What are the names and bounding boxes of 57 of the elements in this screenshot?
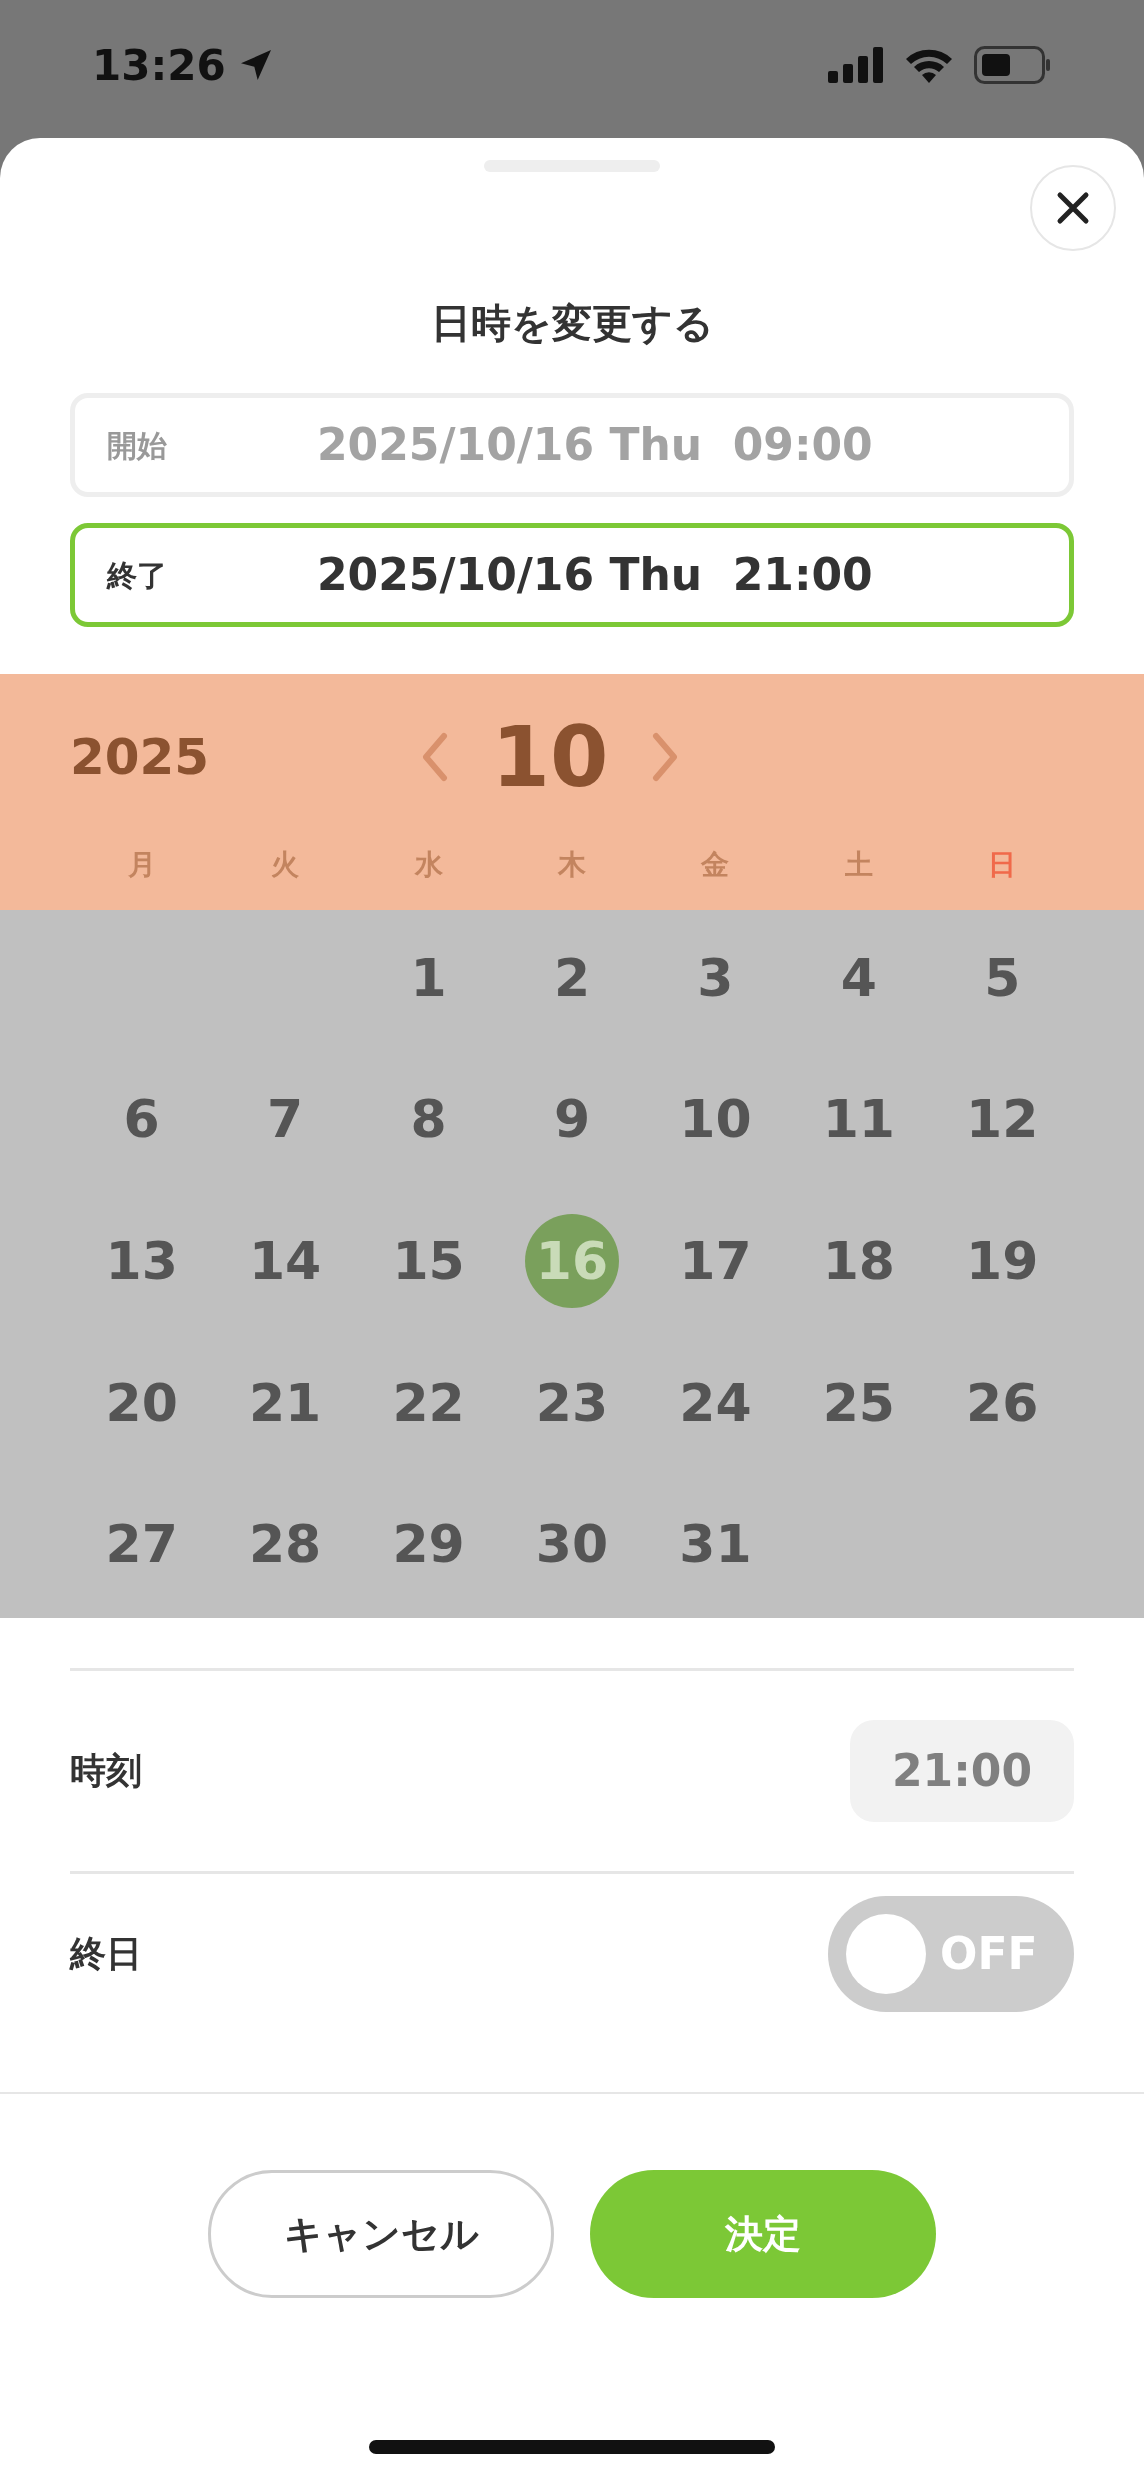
weekday-label: 火 xyxy=(271,847,300,883)
calendar-day[interactable]: 14 xyxy=(238,1214,333,1308)
setting-label: 終日 xyxy=(70,1932,142,1976)
weekday-label: 月 xyxy=(127,847,156,883)
calendar-day[interactable]: 22 xyxy=(381,1355,476,1450)
calendar-day[interactable]: 21 xyxy=(238,1355,333,1450)
calendar-day[interactable]: 29 xyxy=(381,1497,476,1592)
datetime-field[interactable]: 終了 2025/10/16 Thu 21:00 xyxy=(70,523,1074,627)
setting-label: 時刻 xyxy=(70,1749,142,1793)
calendar-day[interactable]: 10 xyxy=(668,1072,763,1167)
chevron-right-icon xyxy=(651,732,679,782)
field-value: 2025/10/16 Thu 09:00 xyxy=(317,418,873,472)
weekday-label: 金 xyxy=(701,847,730,883)
datetime-field[interactable]: 開始 2025/10/16 Thu 09:00 xyxy=(70,393,1074,497)
chevron-left-icon xyxy=(421,732,449,782)
calendar-day[interactable]: 24 xyxy=(668,1355,763,1450)
calendar-day[interactable]: 11 xyxy=(811,1072,906,1167)
calendar-day[interactable]: 27 xyxy=(94,1497,189,1592)
cancel-button[interactable]: キャンセル xyxy=(208,2170,554,2298)
calendar-day[interactable]: 12 xyxy=(955,1072,1050,1167)
field-label: 開始 xyxy=(107,426,168,465)
weekday-label: 土 xyxy=(844,847,873,883)
calendar-day[interactable]: 5 xyxy=(955,930,1050,1025)
status-time: 13:26 xyxy=(92,39,226,92)
calendar-day[interactable]: 26 xyxy=(955,1355,1050,1450)
close-icon xyxy=(1056,191,1090,225)
calendar-day[interactable]: 23 xyxy=(525,1355,619,1450)
calendar-day[interactable]: 30 xyxy=(525,1497,619,1592)
calendar-day[interactable]: 20 xyxy=(94,1355,189,1450)
month-label: 10 xyxy=(490,707,610,808)
calendar-day[interactable]: 6 xyxy=(94,1072,189,1167)
time-field[interactable]: 21:00 xyxy=(850,1720,1074,1822)
calendar-day[interactable]: 1 xyxy=(381,930,476,1025)
field-label: 終了 xyxy=(107,556,168,595)
battery-icon xyxy=(974,46,1052,84)
calendar-day[interactable]: 17 xyxy=(668,1214,763,1308)
calendar-day[interactable]: 8 xyxy=(381,1072,476,1167)
calendar-day[interactable]: 7 xyxy=(238,1072,333,1167)
calendar-day[interactable]: 2 xyxy=(525,930,619,1025)
weekday-label: 木 xyxy=(558,847,586,883)
signal-icon xyxy=(828,47,884,83)
year-label: 2025 xyxy=(70,726,211,788)
calendar-day[interactable]: 9 xyxy=(525,1072,619,1167)
calendar-day[interactable]: 19 xyxy=(955,1214,1050,1308)
weekday-label: 水 xyxy=(414,847,443,883)
calendar-day[interactable]: 13 xyxy=(94,1214,189,1308)
field-value: 2025/10/16 Thu 21:00 xyxy=(317,548,873,602)
sheet-title: 日時を変更する xyxy=(429,299,715,347)
calendar-day[interactable]: 3 xyxy=(668,930,763,1025)
calendar-day[interactable]: 4 xyxy=(811,930,906,1025)
calendar-day[interactable]: 15 xyxy=(381,1214,476,1308)
calendar-day[interactable]: 25 xyxy=(811,1355,906,1450)
calendar-day[interactable]: 31 xyxy=(668,1497,763,1592)
calendar-day[interactable]: 18 xyxy=(811,1214,906,1308)
confirm-button[interactable]: 決定 xyxy=(590,2170,936,2298)
calendar-day[interactable]: 28 xyxy=(238,1497,333,1592)
weekday-label: 日 xyxy=(988,847,1017,883)
